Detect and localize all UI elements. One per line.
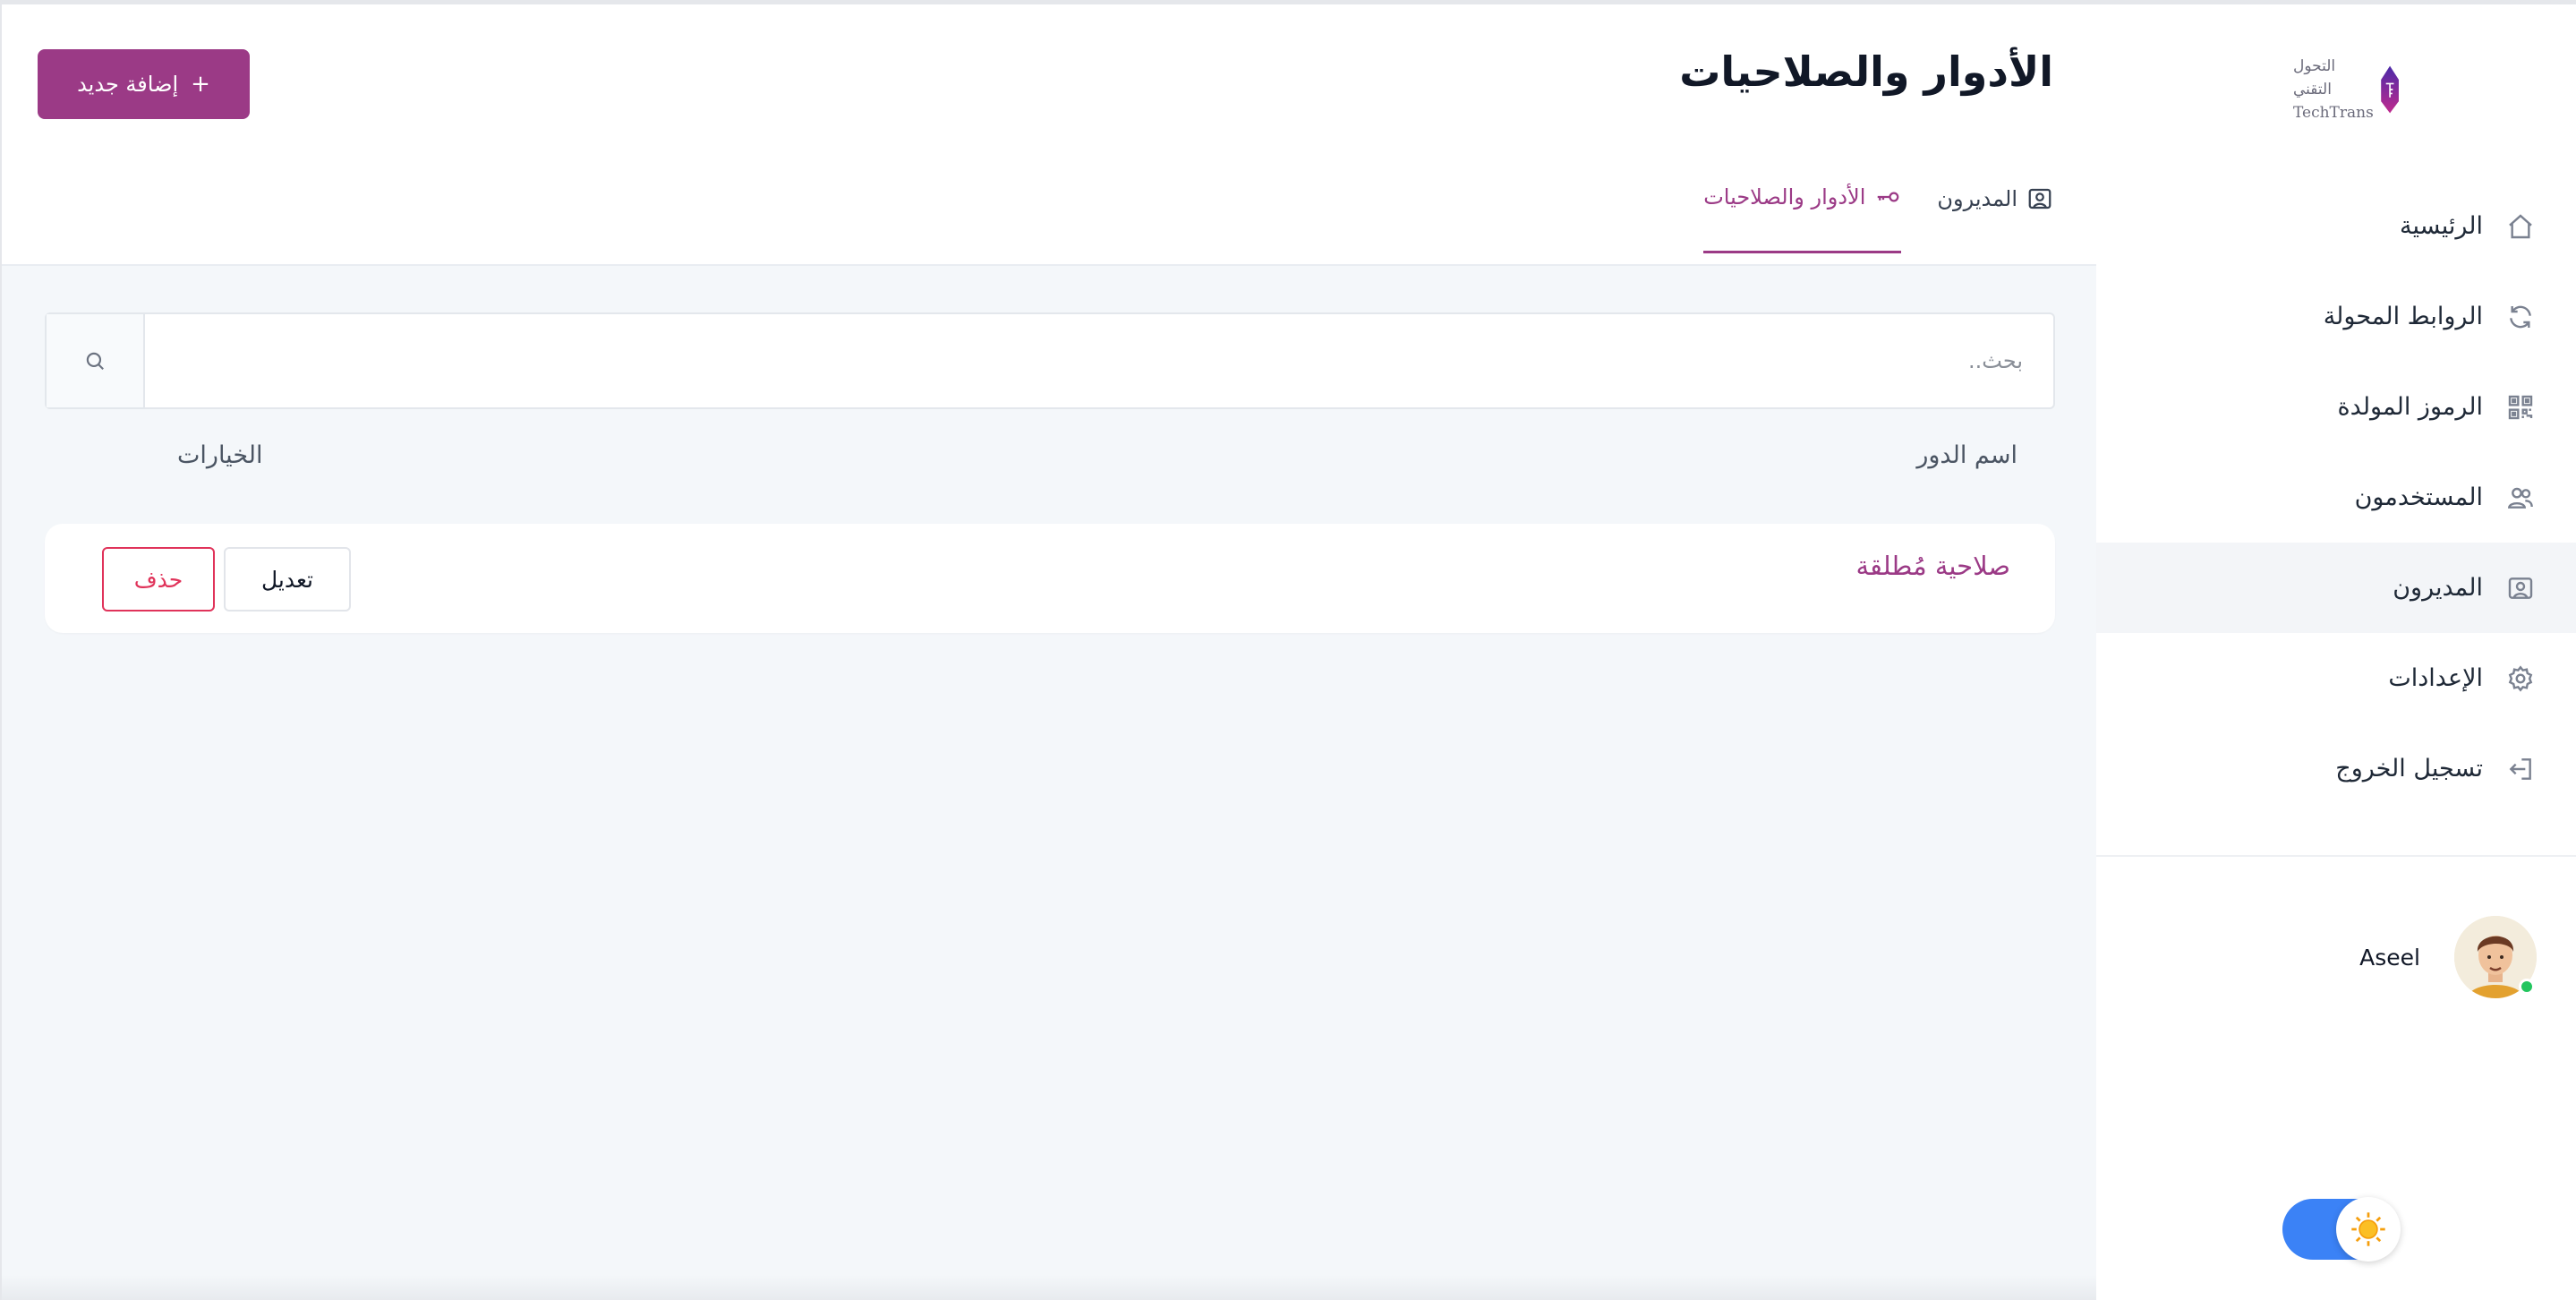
- sidebar-item-logout[interactable]: تسجيل الخروج: [2096, 723, 2576, 814]
- gear-icon: [2504, 663, 2537, 695]
- refresh-icon: [2504, 301, 2537, 333]
- sidebar-divider: [2096, 855, 2576, 857]
- tab-label: المديرون: [1937, 185, 2017, 211]
- sidebar-item-users[interactable]: المستخدمون: [2096, 452, 2576, 543]
- column-header-role-name: اسم الدور: [1916, 441, 2017, 469]
- sidebar-item-label: المديرون: [2393, 574, 2483, 602]
- sidebar-item-label: الرئيسية: [2400, 212, 2483, 240]
- tab-admins[interactable]: المديرون: [1937, 184, 2053, 253]
- users-icon: [2504, 482, 2537, 514]
- main-content: الأدوار والصلاحيات إضافة جديد + المديرون…: [2, 4, 2096, 1300]
- tab-bar: المديرون الأدوار والصلاحيات: [1703, 184, 2053, 253]
- avatar[interactable]: [2454, 916, 2537, 998]
- edit-button[interactable]: تعديل: [224, 547, 351, 612]
- logo-english-text: TechTrans: [2293, 104, 2374, 122]
- sidebar-item-label: الروابط المحولة: [2323, 303, 2483, 330]
- theme-toggle[interactable]: [2282, 1197, 2401, 1262]
- sidebar-item-label: الإعدادات: [2388, 664, 2483, 692]
- user-profile[interactable]: Aseel: [2359, 916, 2537, 998]
- search-bar: [45, 312, 2055, 409]
- logo-arabic-text: التحول التقني: [2293, 57, 2336, 98]
- add-new-button[interactable]: إضافة جديد +: [38, 49, 250, 119]
- admin-badge-icon: [2504, 572, 2537, 604]
- roles-content: اسم الدور الخيارات صلاحية مُطلقة تعديل ح…: [2, 266, 2096, 1300]
- page-header: الأدوار والصلاحيات إضافة جديد + المديرون…: [2, 4, 2096, 266]
- search-icon: [86, 352, 104, 370]
- sun-icon: [2351, 1212, 2385, 1246]
- sidebar-item-admins[interactable]: المديرون: [2096, 543, 2576, 633]
- column-header-options: الخيارات: [177, 441, 263, 469]
- role-name: صلاحية مُطلقة: [1855, 551, 2010, 581]
- sidebar: التحول التقني TechTrans الرئيسية الروابط…: [2096, 4, 2576, 1300]
- search-input[interactable]: [145, 314, 2053, 407]
- logout-icon: [2504, 753, 2537, 785]
- delete-button[interactable]: حذف: [102, 547, 215, 612]
- bottom-shadow: [2, 1275, 2096, 1300]
- key-icon: [1878, 192, 1899, 202]
- page-title: الأدوار والصلاحيات: [1679, 47, 2053, 96]
- qr-code-icon: [2504, 391, 2537, 423]
- logo-mark-icon: [2381, 65, 2399, 114]
- add-new-label: إضافة جديد: [77, 72, 179, 97]
- toggle-knob[interactable]: [2336, 1197, 2401, 1262]
- search-button[interactable]: [47, 314, 145, 407]
- sidebar-item-settings[interactable]: الإعدادات: [2096, 633, 2576, 723]
- home-icon: [2504, 210, 2537, 243]
- table-row: صلاحية مُطلقة تعديل حذف: [45, 524, 2055, 633]
- logo-text: التحول التقني TechTrans: [2293, 55, 2374, 124]
- online-status-dot: [2519, 979, 2535, 995]
- tab-roles-permissions[interactable]: الأدوار والصلاحيات: [1703, 184, 1902, 253]
- sidebar-item-home[interactable]: الرئيسية: [2096, 181, 2576, 271]
- admin-badge-icon: [2028, 188, 2051, 209]
- brand-logo[interactable]: التحول التقني TechTrans: [2293, 40, 2401, 139]
- tab-label: الأدوار والصلاحيات: [1703, 184, 1866, 210]
- sidebar-item-label: الرموز المولدة: [2337, 393, 2484, 421]
- plus-icon: +: [191, 71, 210, 98]
- sidebar-nav: الرئيسية الروابط المحولة الرموز المولدة …: [2096, 181, 2576, 814]
- sidebar-item-label: تسجيل الخروج: [2335, 755, 2483, 783]
- sidebar-item-generated-codes[interactable]: الرموز المولدة: [2096, 362, 2576, 452]
- user-name: Aseel: [2359, 944, 2420, 971]
- sidebar-item-converted-links[interactable]: الروابط المحولة: [2096, 271, 2576, 362]
- sidebar-item-label: المستخدمون: [2354, 483, 2483, 511]
